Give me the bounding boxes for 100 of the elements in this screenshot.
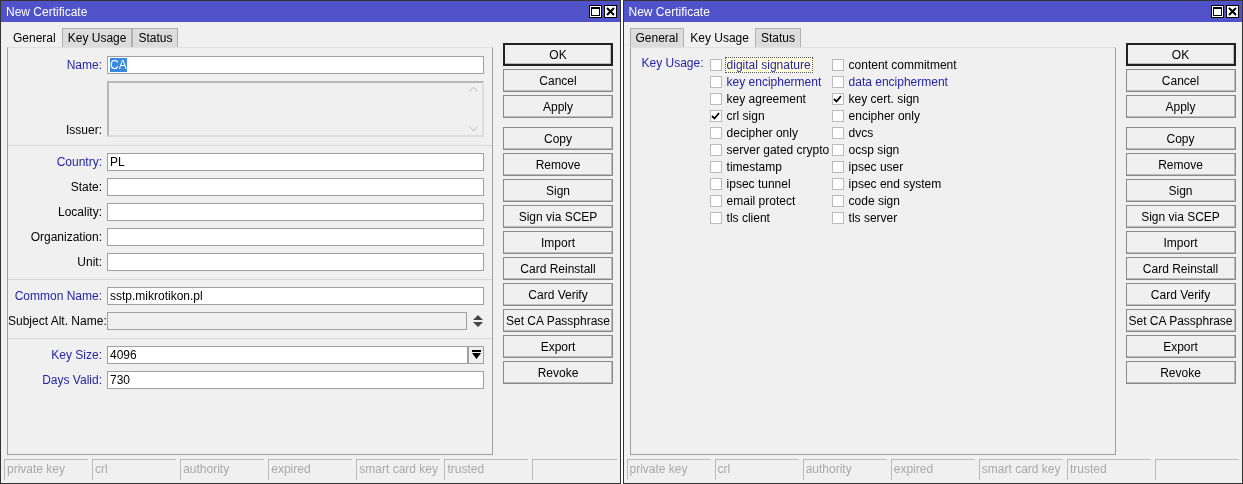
button[interactable]: Sign via SCEP (1125, 205, 1236, 228)
field-label: Unit: (76, 254, 102, 269)
button[interactable]: Apply (503, 95, 613, 118)
dropdown-arrow-icon (471, 350, 481, 360)
button[interactable]: Sign via SCEP (503, 205, 613, 228)
checkbox-label[interactable]: timestamp (724, 158, 784, 175)
field-value: 4096 (110, 348, 137, 362)
checkbox[interactable] (831, 194, 844, 207)
button[interactable]: Sign (1125, 179, 1236, 202)
checkbox[interactable] (709, 75, 722, 88)
checkbox-label[interactable]: ipsec end system (846, 175, 944, 192)
text-field[interactable] (107, 228, 484, 246)
field-label: Country: (55, 154, 102, 169)
status-cell: authority (802, 459, 887, 480)
checkbox[interactable] (831, 109, 844, 122)
button[interactable]: Import (1125, 231, 1236, 254)
button[interactable]: Cancel (503, 69, 613, 92)
maximize-button[interactable] (1211, 5, 1224, 18)
checkbox[interactable] (831, 160, 844, 173)
status-cell: expired (890, 459, 975, 480)
checkbox[interactable] (709, 92, 722, 105)
checkbox[interactable] (831, 211, 844, 224)
text-field[interactable]: 4096 (107, 346, 468, 364)
tab[interactable]: Key Usage (61, 28, 133, 47)
checkbox[interactable] (709, 143, 722, 156)
button[interactable]: Card Reinstall (1125, 257, 1236, 280)
text-field[interactable]: PL (107, 153, 484, 171)
checkbox[interactable] (709, 194, 722, 207)
checkbox[interactable] (709, 58, 722, 71)
button[interactable]: Revoke (1125, 361, 1236, 384)
tab[interactable]: Status (754, 28, 801, 47)
button[interactable]: Revoke (503, 361, 613, 384)
checkbox-label[interactable]: server gated crypto (724, 141, 832, 158)
close-button[interactable] (603, 5, 617, 18)
button[interactable]: Cancel (1125, 69, 1236, 92)
button[interactable]: Remove (503, 153, 613, 176)
maximize-icon (590, 7, 600, 16)
button[interactable]: OK (1125, 43, 1236, 66)
checkbox[interactable] (831, 177, 844, 190)
checkbox-label[interactable]: code sign (846, 192, 902, 209)
checkbox-label[interactable]: ipsec user (846, 158, 906, 175)
text-field[interactable]: sstp.mikrotikon.pl (107, 287, 484, 305)
checkbox-label[interactable]: content commitment (846, 56, 959, 73)
button[interactable]: Sign (503, 179, 613, 202)
button[interactable]: Remove (1125, 153, 1236, 176)
checkmark-icon (833, 94, 843, 103)
checkbox-label[interactable]: key agreement (724, 90, 808, 107)
dropdown-button[interactable] (468, 346, 484, 364)
up-down-icon[interactable] (472, 312, 484, 330)
checkbox-label[interactable]: key encipherment (724, 73, 824, 90)
button[interactable]: Export (503, 335, 613, 358)
button[interactable]: OK (503, 43, 613, 66)
button[interactable]: Card Verify (1125, 283, 1236, 306)
status-cell: smart card key (356, 459, 441, 480)
checkbox[interactable] (831, 92, 844, 105)
checkbox-label[interactable]: tls server (846, 209, 900, 226)
text-field[interactable]: CA (107, 56, 484, 74)
checkbox-label[interactable]: decipher only (724, 124, 800, 141)
checkbox[interactable] (709, 211, 722, 224)
checkbox-label[interactable]: digital signature (724, 56, 813, 73)
tab[interactable]: General (629, 28, 685, 47)
checkbox[interactable] (831, 75, 844, 88)
checkbox[interactable] (831, 126, 844, 139)
button[interactable]: Set CA Passphrase (1125, 309, 1236, 332)
text-field[interactable] (107, 253, 484, 271)
button[interactable]: Card Verify (503, 283, 613, 306)
checkbox[interactable] (831, 143, 844, 156)
button[interactable]: Copy (503, 127, 613, 150)
checkbox[interactable] (709, 109, 722, 122)
checkbox-label[interactable]: tls client (724, 209, 772, 226)
scroll-up-icon (469, 86, 478, 92)
close-icon (605, 7, 615, 16)
text-field[interactable]: 730 (107, 371, 484, 389)
button[interactable]: Apply (1125, 95, 1236, 118)
checkbox-label[interactable]: dvcs (846, 124, 876, 141)
button[interactable]: Card Reinstall (503, 257, 613, 280)
checkbox-label[interactable]: encipher only (846, 107, 922, 124)
button[interactable]: Set CA Passphrase (503, 309, 613, 332)
text-field[interactable] (107, 203, 484, 221)
checkbox-label[interactable]: crl sign (724, 107, 767, 124)
text-field[interactable] (107, 178, 484, 196)
tab[interactable]: Status (132, 28, 179, 47)
button[interactable]: Import (503, 231, 613, 254)
checkbox[interactable] (709, 177, 722, 190)
checkbox-label[interactable]: ocsp sign (846, 141, 902, 158)
button[interactable]: Export (1125, 335, 1236, 358)
checkbox-label[interactable]: email protect (724, 192, 798, 209)
checkbox-label[interactable]: ipsec tunnel (724, 175, 793, 192)
checkmark-icon (711, 111, 721, 120)
button[interactable]: Copy (1125, 127, 1236, 150)
status-cell: crl (714, 459, 799, 480)
checkbox-label[interactable]: data encipherment (846, 73, 950, 90)
maximize-icon (1213, 7, 1222, 16)
maximize-button[interactable] (588, 5, 602, 18)
checkbox[interactable] (831, 58, 844, 71)
close-button[interactable] (1226, 5, 1239, 18)
checkbox[interactable] (709, 160, 722, 173)
field-label: State: (69, 179, 102, 194)
checkbox[interactable] (709, 126, 722, 139)
checkbox-label[interactable]: key cert. sign (846, 90, 922, 107)
